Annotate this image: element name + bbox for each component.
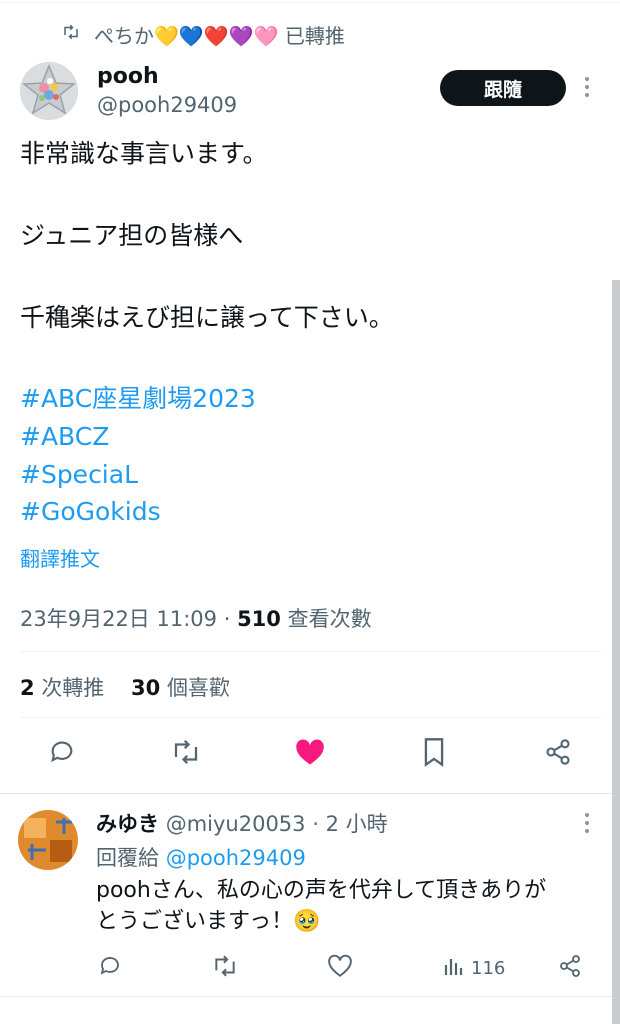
reply-icon bbox=[98, 954, 122, 983]
views-label: 查看次數 bbox=[287, 607, 372, 631]
reply-avatar[interactable] bbox=[18, 810, 78, 870]
divider bbox=[20, 651, 602, 652]
like-count-label[interactable]: 個喜歡 bbox=[167, 676, 230, 700]
retweet-count-label[interactable]: 次轉推 bbox=[41, 676, 104, 700]
views-count: 510 bbox=[237, 607, 281, 631]
repost-label: 已轉推 bbox=[284, 24, 345, 48]
tweet-text-line: 千穐楽はえび担に譲って下さい。 bbox=[20, 303, 394, 332]
author-avatar[interactable] bbox=[20, 62, 78, 120]
divider bbox=[0, 996, 612, 997]
bookmark-button[interactable] bbox=[416, 736, 452, 772]
replying-to-label: 回覆給 bbox=[96, 846, 159, 870]
like-count[interactable]: 30 bbox=[131, 676, 160, 700]
reply-text-line: とうございますっ！🥹 bbox=[96, 909, 321, 934]
hashtag-link[interactable]: #ABC座星劇場2023 bbox=[20, 384, 256, 414]
reply-views-count: 116 bbox=[471, 957, 506, 979]
reply-text-line: poohさん、私の心の声を代弁して頂きありが bbox=[96, 878, 547, 903]
replying-to-handle[interactable]: @pooh29409 bbox=[166, 846, 306, 870]
translate-tweet-link[interactable]: 翻譯推文 bbox=[20, 543, 100, 572]
scrollbar[interactable] bbox=[612, 280, 620, 1024]
tweet-stats: 2 次轉推 30 個喜歡 bbox=[20, 672, 230, 702]
reply-author-handle[interactable]: @miyu20053 bbox=[166, 812, 306, 836]
hashtag-link[interactable]: #ABCZ bbox=[20, 422, 109, 452]
author-name[interactable]: pooh bbox=[97, 64, 159, 89]
reply-icon bbox=[48, 738, 76, 770]
tweet-text-line: 非常識な事言います。 bbox=[20, 139, 268, 168]
retweet-count[interactable]: 2 bbox=[20, 676, 35, 700]
reply-retweet-button[interactable] bbox=[212, 953, 238, 983]
divider bbox=[20, 717, 602, 718]
more-options-icon[interactable] bbox=[583, 76, 591, 102]
reply-header: みゆき @miyu20053 · 2 小時 bbox=[96, 808, 388, 838]
reply-like-button[interactable] bbox=[327, 953, 353, 983]
tweet-text-line: ジュニア担の皆様へ bbox=[20, 221, 244, 250]
retweet-icon bbox=[171, 739, 201, 769]
heart-icon bbox=[327, 954, 353, 983]
like-button[interactable] bbox=[292, 736, 328, 772]
divider bbox=[0, 793, 612, 794]
repost-banner[interactable]: ぺちか💛💙❤️💜🩷 已轉推 bbox=[62, 20, 345, 49]
replying-to: 回覆給 @pooh29409 bbox=[96, 842, 306, 872]
share-icon bbox=[558, 954, 582, 983]
author-handle[interactable]: @pooh29409 bbox=[97, 93, 237, 117]
follow-button[interactable]: 跟隨 bbox=[440, 70, 566, 106]
reply-button[interactable] bbox=[44, 736, 80, 772]
reply-separator: · bbox=[312, 812, 319, 836]
meta-separator: · bbox=[223, 607, 231, 631]
hashtag-link[interactable]: #SpeciaL bbox=[20, 460, 138, 490]
bar-chart-icon bbox=[443, 955, 465, 982]
retweet-button[interactable] bbox=[168, 736, 204, 772]
reply-views-button[interactable]: 116 bbox=[443, 953, 505, 983]
repost-user[interactable]: ぺちか💛💙❤️💜🩷 bbox=[94, 24, 279, 48]
retweet-icon bbox=[212, 955, 238, 982]
reply-time[interactable]: 2 小時 bbox=[326, 812, 388, 836]
tweet-datetime[interactable]: 23年9月22日 11:09 bbox=[20, 607, 217, 631]
tweet-meta: 23年9月22日 11:09 · 510 查看次數 bbox=[20, 603, 372, 633]
reply-author-name[interactable]: みゆき bbox=[96, 812, 159, 836]
reply-more-options-icon[interactable] bbox=[583, 812, 591, 839]
hashtag-link[interactable]: #GoGokids bbox=[20, 497, 161, 527]
top-divider bbox=[0, 2, 620, 3]
reply-share-button[interactable] bbox=[558, 953, 582, 983]
share-button[interactable] bbox=[540, 736, 576, 772]
share-icon bbox=[544, 738, 572, 770]
heart-filled-icon bbox=[295, 738, 325, 770]
bookmark-icon bbox=[422, 737, 446, 771]
reply-reply-button[interactable] bbox=[98, 953, 122, 983]
retweet-icon bbox=[62, 24, 80, 45]
